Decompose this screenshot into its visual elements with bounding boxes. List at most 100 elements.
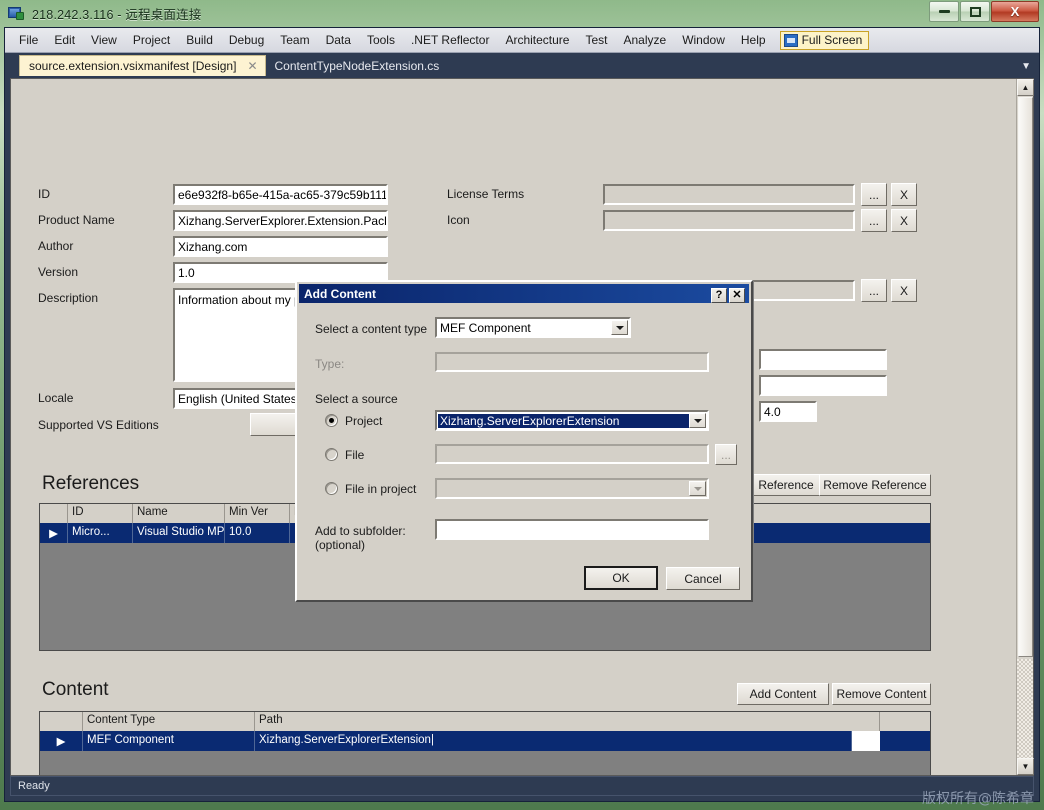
content-grid[interactable]: Content Type Path ▶ MEF Component Xizhan…: [39, 711, 931, 775]
license-terms-clear-button[interactable]: X: [891, 183, 917, 206]
scrollbar-track[interactable]: [1017, 659, 1033, 758]
row-marker-icon: ▶: [40, 523, 68, 543]
select-content-type-label: Select a content type: [315, 322, 428, 336]
menu-team[interactable]: Team: [272, 30, 317, 50]
content-type-combo[interactable]: MEF Component: [434, 316, 632, 339]
add-content-button[interactable]: Add Content: [737, 683, 829, 705]
add-reference-button[interactable]: Reference: [746, 474, 826, 496]
scroll-down-button[interactable]: ▼: [1017, 758, 1034, 775]
radio-file[interactable]: [325, 448, 338, 461]
menu-project[interactable]: Project: [125, 30, 178, 50]
label-license-terms: License Terms: [447, 187, 525, 201]
references-col-marker[interactable]: [40, 504, 68, 523]
references-col-id[interactable]: ID: [68, 504, 133, 523]
select-a-source-label: Select a source: [315, 392, 398, 406]
icon-field[interactable]: [602, 209, 856, 232]
type-label: Type:: [315, 357, 345, 371]
menu-debug[interactable]: Debug: [221, 30, 272, 50]
menu-architecture[interactable]: Architecture: [497, 30, 577, 50]
reference-name-cell[interactable]: Visual Studio MPF: [133, 523, 225, 543]
label-locale: Locale: [38, 391, 74, 405]
content-col-type[interactable]: Content Type: [83, 712, 255, 731]
remote-desktop-icon: [8, 6, 25, 21]
preview-image-browse-button[interactable]: ...: [861, 279, 887, 302]
table-row[interactable]: ▶ MEF Component Xizhang.ServerExplorerEx…: [40, 731, 930, 751]
author-field[interactable]: Xizhang.com: [172, 235, 389, 258]
label-product-name: Product Name: [38, 213, 115, 227]
tab-contenttypenodeextension-cs[interactable]: ContentTypeNodeExtension.cs: [266, 55, 449, 76]
dialog-titlebar[interactable]: Add Content ? ✕: [299, 284, 749, 303]
occluded-field-a[interactable]: [758, 348, 888, 371]
remove-content-button[interactable]: Remove Content: [832, 683, 931, 705]
content-type-cell[interactable]: MEF Component: [83, 731, 255, 751]
help-button[interactable]: ?: [711, 288, 727, 303]
file-in-project-combo: [434, 477, 710, 500]
references-col-minver[interactable]: Min Ver: [225, 504, 290, 523]
chevron-down-icon[interactable]: [689, 413, 706, 428]
license-terms-field[interactable]: [602, 183, 856, 206]
radio-project-label: Project: [345, 414, 383, 428]
menu-edit[interactable]: Edit: [46, 30, 83, 50]
full-screen-button[interactable]: Full Screen: [779, 30, 870, 50]
remove-reference-button[interactable]: Remove Reference: [819, 474, 931, 496]
product-name-field[interactable]: Xizhang.ServerExplorer.Extension.Package: [172, 209, 389, 232]
maximize-icon: [969, 6, 981, 17]
reference-id-cell[interactable]: Micro...: [68, 523, 133, 543]
chevron-down-icon: [689, 481, 706, 496]
content-col-path[interactable]: Path: [255, 712, 880, 731]
menu-data[interactable]: Data: [318, 30, 359, 50]
designer-vertical-scrollbar[interactable]: ▲ ▼: [1016, 79, 1034, 775]
tab-vsixmanifest-design[interactable]: source.extension.vsixmanifest [Design] ✕: [19, 55, 266, 76]
file-browse-button: ...: [715, 444, 737, 465]
minimize-icon: [938, 10, 950, 13]
icon-clear-button[interactable]: X: [891, 209, 917, 232]
vs-version-field[interactable]: 4.0: [758, 400, 818, 423]
menu-build[interactable]: Build: [178, 30, 221, 50]
menu-test[interactable]: Test: [577, 30, 615, 50]
project-combo-value: Xizhang.ServerExplorerExtension: [438, 413, 689, 428]
radio-file-in-project[interactable]: [325, 482, 338, 495]
chevron-down-icon[interactable]: [611, 320, 628, 335]
tab-close-icon[interactable]: ✕: [244, 59, 260, 73]
occluded-field-b[interactable]: [758, 374, 888, 397]
minimize-button[interactable]: [929, 1, 959, 22]
close-button[interactable]: X: [991, 1, 1039, 22]
menu-net-reflector[interactable]: .NET Reflector: [403, 30, 497, 50]
id-field[interactable]: e6e932f8-b65e-415a-ac65-379c59b11111: [172, 183, 389, 206]
rdp-titlebar: 218.242.3.116 - 远程桌面连接 X: [0, 0, 1044, 27]
scroll-up-button[interactable]: ▲: [1017, 79, 1034, 96]
menu-file[interactable]: File: [11, 30, 46, 50]
menu-tools[interactable]: Tools: [359, 30, 403, 50]
project-combo[interactable]: Xizhang.ServerExplorerExtension: [434, 409, 710, 432]
cancel-button[interactable]: Cancel: [666, 567, 740, 590]
menu-help[interactable]: Help: [733, 30, 774, 50]
label-description: Description: [38, 291, 99, 305]
preview-image-clear-button[interactable]: X: [891, 279, 917, 302]
content-path-cell[interactable]: Xizhang.ServerExplorerExtension|: [255, 731, 852, 751]
maximize-button[interactable]: [960, 1, 990, 22]
icon-browse-button[interactable]: ...: [861, 209, 887, 232]
content-col-marker[interactable]: [40, 712, 83, 731]
radio-project[interactable]: [325, 414, 338, 427]
menu-analyze[interactable]: Analyze: [615, 30, 674, 50]
ok-button[interactable]: OK: [584, 566, 658, 590]
references-col-name[interactable]: Name: [133, 504, 225, 523]
add-to-subfolder-label: Add to subfolder:: [315, 524, 406, 538]
radio-file-label: File: [345, 448, 365, 462]
document-tab-strip: source.extension.vsixmanifest [Design] ✕…: [5, 53, 1039, 76]
reference-minver-cell[interactable]: 10.0: [225, 523, 290, 543]
visual-studio-window: File Edit View Project Build Debug Team …: [4, 27, 1040, 802]
menu-window[interactable]: Window: [674, 30, 733, 50]
dialog-close-icon[interactable]: ✕: [729, 288, 745, 303]
menu-view[interactable]: View: [83, 30, 125, 50]
label-supported-vs-editions: Supported VS Editions: [38, 418, 159, 432]
radio-file-in-project-label: File in project: [345, 482, 417, 496]
scrollbar-thumb[interactable]: [1018, 97, 1033, 657]
references-heading: References: [42, 473, 140, 494]
license-terms-browse-button[interactable]: ...: [861, 183, 887, 206]
subfolder-field[interactable]: [434, 518, 710, 541]
remote-desktop-frame: 218.242.3.116 - 远程桌面连接 X File Edit View …: [0, 0, 1044, 810]
content-new-row-cell[interactable]: [852, 731, 880, 751]
chevron-down-icon[interactable]: ▼: [1021, 61, 1031, 72]
type-field: [434, 351, 710, 373]
